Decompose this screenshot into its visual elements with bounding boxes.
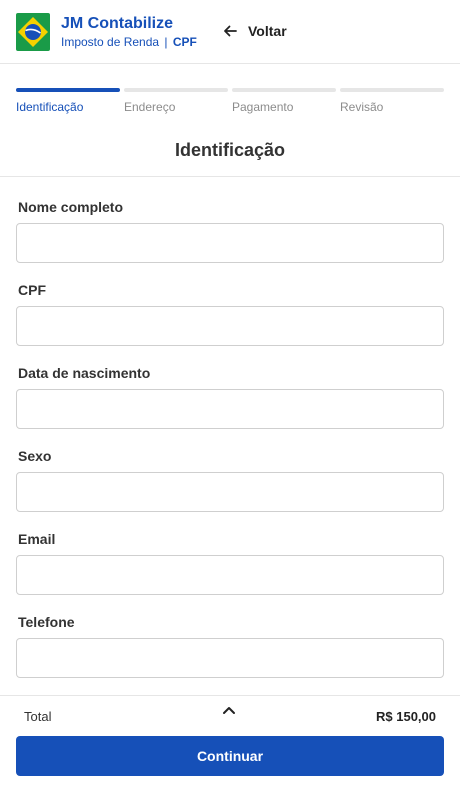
step-endereco[interactable]: Endereço	[124, 88, 228, 114]
field-label: Data de nascimento	[18, 365, 151, 381]
step-bar	[16, 88, 120, 92]
sexo-input[interactable]	[16, 472, 444, 512]
field-sexo: Sexo	[16, 448, 444, 512]
step-label: Pagamento	[232, 100, 294, 114]
back-label: Voltar	[248, 23, 287, 39]
field-cpf: CPF	[16, 282, 444, 346]
field-label: CPF	[18, 282, 46, 298]
field-label: Sexo	[18, 448, 52, 464]
cpf-input[interactable]	[16, 306, 444, 346]
identification-form: Nome completo CPF Data de nascimento Sex…	[16, 199, 444, 697]
step-label: Identificação	[16, 100, 84, 114]
brazil-flag-icon	[16, 13, 50, 51]
continue-button[interactable]: Continuar	[16, 736, 444, 776]
arrow-left-icon	[224, 25, 237, 37]
total-value: R$ 150,00	[376, 709, 436, 724]
field-label: Telefone	[18, 614, 75, 630]
email-input[interactable]	[16, 555, 444, 595]
brand-subtitle: Imposto de Renda | CPF	[61, 35, 197, 49]
data-nascimento-input[interactable]	[16, 389, 444, 429]
field-email: Email	[16, 531, 444, 595]
app-header: JM Contabilize Imposto de Renda | CPF Vo…	[0, 0, 460, 64]
section-title: Identificação	[174, 140, 286, 160]
brand-separator: |	[164, 35, 168, 49]
step-bar	[340, 88, 444, 92]
field-label: Email	[18, 531, 56, 547]
section-divider	[0, 176, 460, 177]
brand-tag: CPF	[172, 35, 197, 49]
chevron-up-icon[interactable]	[221, 704, 237, 716]
step-identificacao[interactable]: Identificação	[16, 88, 120, 114]
brand-subtitle-text: Imposto de Renda	[61, 35, 160, 49]
step-label: Endereço	[124, 100, 176, 114]
field-nome-completo: Nome completo	[16, 199, 444, 263]
telefone-input[interactable]	[16, 638, 444, 678]
step-bar	[232, 88, 336, 92]
field-label: Nome completo	[18, 199, 124, 215]
brand-title: JM Contabilize	[61, 15, 174, 32]
checkout-footer: Total R$ 150,00 Continuar	[0, 695, 460, 800]
step-bar	[124, 88, 228, 92]
step-revisao[interactable]: Revisão	[340, 88, 444, 114]
total-label: Total	[24, 709, 52, 724]
nome-completo-input[interactable]	[16, 223, 444, 263]
field-data-nascimento: Data de nascimento	[16, 365, 444, 429]
step-pagamento[interactable]: Pagamento	[232, 88, 336, 114]
step-label: Revisão	[340, 100, 384, 114]
field-telefone: Telefone	[16, 614, 444, 678]
progress-steps: Identificação Endereço Pagamento Revisão	[16, 88, 444, 114]
back-button[interactable]: Voltar	[222, 23, 287, 39]
